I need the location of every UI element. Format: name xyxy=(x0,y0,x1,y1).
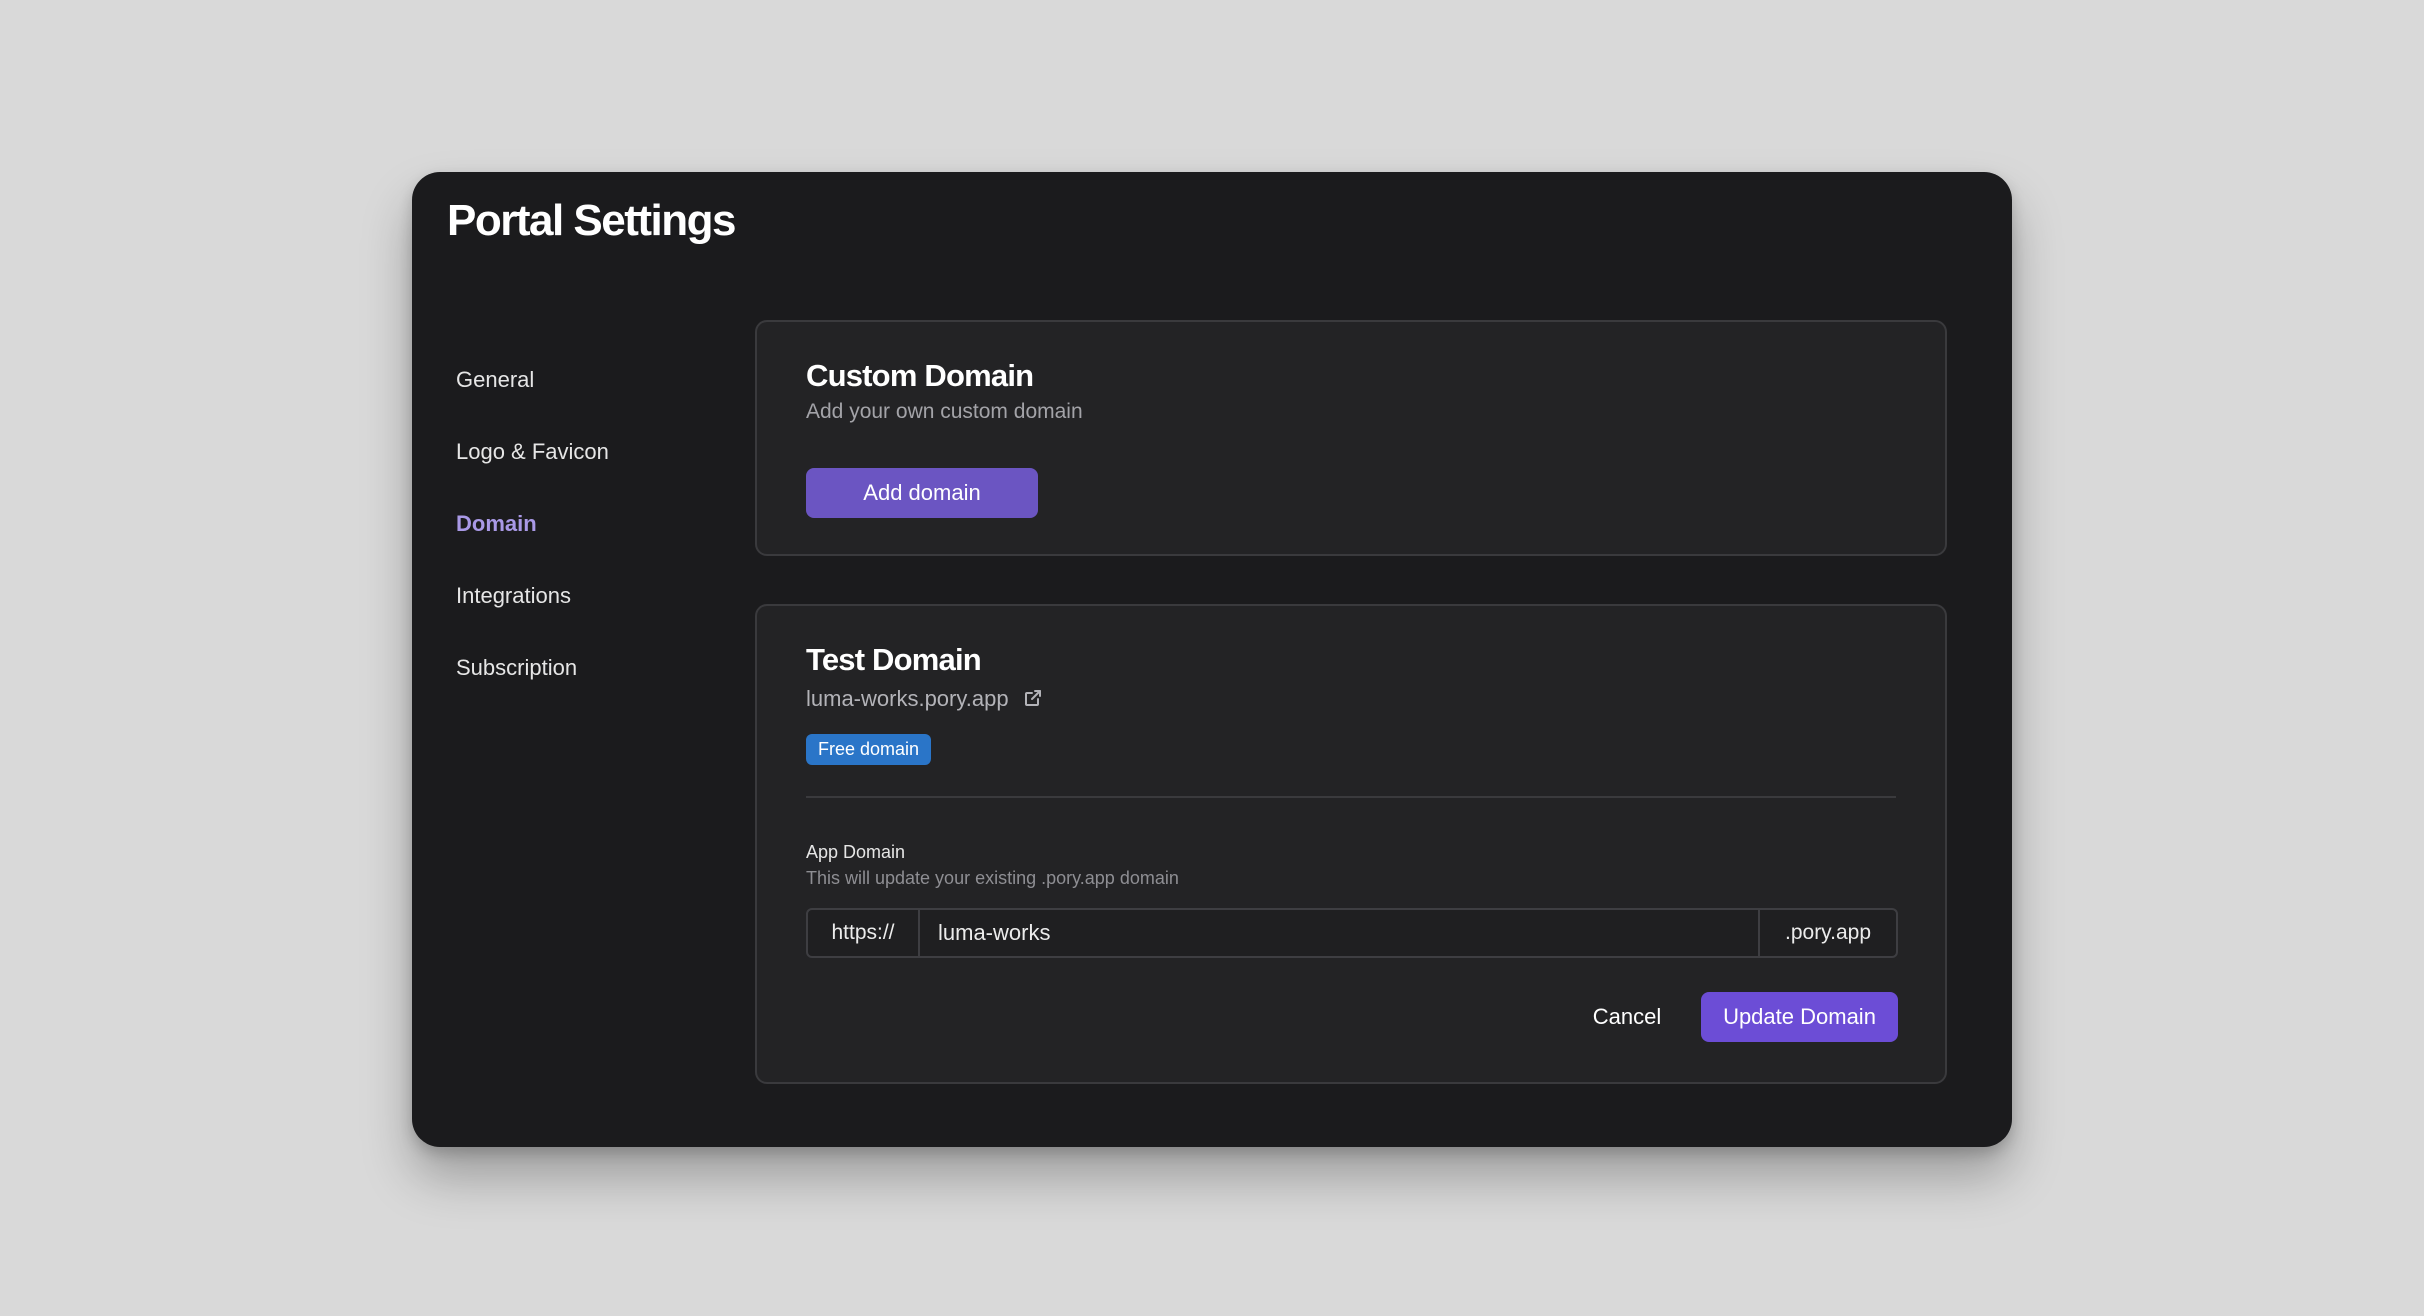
url-prefix: https:// xyxy=(808,910,920,956)
page-title: Portal Settings xyxy=(447,196,737,245)
cancel-button[interactable]: Cancel xyxy=(1577,992,1677,1042)
sidebar: General Logo & Favicon Domain Integratio… xyxy=(456,344,716,704)
free-domain-badge: Free domain xyxy=(806,734,932,765)
app-domain-label: App Domain xyxy=(806,842,906,862)
test-domain-title: Test Domain xyxy=(806,642,982,677)
custom-domain-subtitle: Add your own custom domain xyxy=(806,400,1083,423)
sidebar-item-logo-favicon[interactable]: Logo & Favicon xyxy=(456,416,716,488)
add-domain-button[interactable]: Add domain xyxy=(806,468,1038,518)
test-domain-link[interactable]: luma-works.pory.app xyxy=(806,686,1009,712)
update-domain-button[interactable]: Update Domain xyxy=(1701,992,1898,1042)
custom-domain-title: Custom Domain xyxy=(806,358,1034,393)
test-domain-card: Test Domain luma-works.pory.app Free dom… xyxy=(755,604,1947,1084)
sidebar-item-domain[interactable]: Domain xyxy=(456,488,716,560)
app-domain-input[interactable] xyxy=(920,910,1758,956)
app-domain-input-group: https:// .pory.app xyxy=(806,908,1898,958)
settings-window: Portal Settings General Logo & Favicon D… xyxy=(412,172,2012,1147)
external-link-icon[interactable] xyxy=(1023,688,1045,710)
custom-domain-card: Custom Domain Add your own custom domain… xyxy=(755,320,1947,556)
sidebar-item-subscription[interactable]: Subscription xyxy=(456,632,716,704)
test-domain-row: luma-works.pory.app xyxy=(806,686,1045,712)
divider xyxy=(806,796,1896,798)
url-suffix: .pory.app xyxy=(1758,910,1896,956)
sidebar-item-integrations[interactable]: Integrations xyxy=(456,560,716,632)
app-domain-help: This will update your existing .pory.app… xyxy=(806,868,1179,888)
sidebar-item-general[interactable]: General xyxy=(456,344,716,416)
